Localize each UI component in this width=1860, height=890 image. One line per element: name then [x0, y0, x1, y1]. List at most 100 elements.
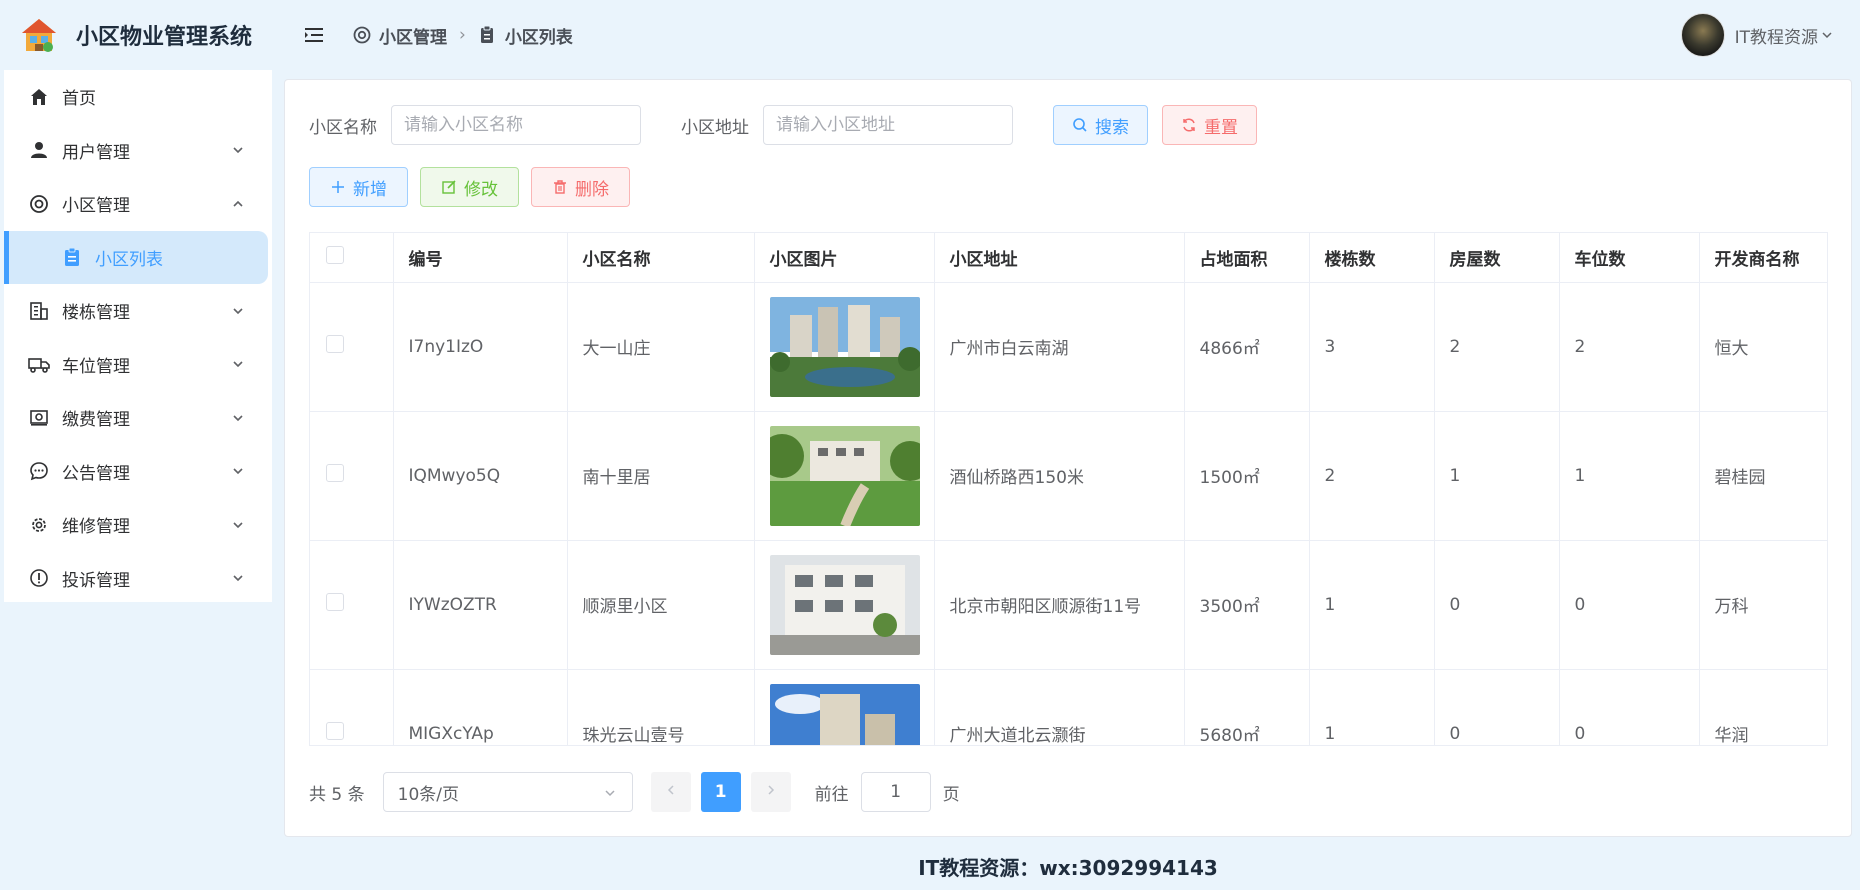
table-row[interactable]: MIGXcYAp 珠光云山壹号 广州大道北云灏街 5680㎡ 1 0 0 华润	[310, 669, 1827, 745]
sidebar-item-label: 小区管理	[62, 196, 130, 217]
page-suffix: 页	[942, 784, 960, 805]
community-table: 编号 小区名称 小区图片 小区地址 占地面积 楼栋数 房屋数 车位数 开发商名称…	[309, 232, 1828, 746]
cell-address: 北京市朝阳区顺源街11号	[934, 540, 1185, 670]
building-icon	[28, 300, 50, 322]
menu-collapse-icon[interactable]	[302, 23, 326, 47]
cell-developer: 万科	[1699, 540, 1827, 670]
app-title: 小区物业管理系统	[76, 25, 253, 50]
breadcrumb-item-community[interactable]: 小区管理	[352, 23, 447, 48]
table-row[interactable]: IYWzOZTR 顺源里小区 北京市朝阳区顺源街11号 3500㎡ 1 0 0 …	[310, 540, 1827, 670]
sidebar-item-label: 楼栋管理	[62, 303, 130, 324]
add-button-label: 新增	[353, 179, 387, 200]
search-form: 小区名称 小区地址 搜索 重置	[309, 105, 1257, 145]
gear-icon	[28, 514, 50, 536]
sidebar-item-home[interactable]: 首页	[4, 70, 272, 124]
community-image[interactable]	[769, 296, 920, 397]
cell-houses: 2	[1434, 282, 1560, 412]
edit-button[interactable]: 修改	[420, 167, 519, 207]
prev-page-button[interactable]	[650, 772, 691, 812]
page-size-value: 10条/页	[397, 784, 459, 805]
breadcrumb-label: 小区列表	[504, 27, 573, 48]
plus-icon	[330, 179, 346, 195]
column-header: 小区名称	[567, 233, 755, 283]
community-address-input[interactable]	[763, 105, 1013, 145]
add-button[interactable]: 新增	[309, 167, 408, 207]
sidebar-menu: 首页 用户管理 小区管理 小区列表 楼栋管理 车位管理 缴费管理 公告管理 维修…	[4, 70, 272, 602]
chevron-down-icon	[602, 785, 618, 801]
search-button-label: 搜索	[1095, 117, 1129, 138]
sidebar-item-building[interactable]: 楼栋管理	[4, 284, 272, 338]
cell-parking: 1	[1559, 411, 1700, 541]
page-number-button[interactable]: 1	[700, 772, 741, 812]
cell-name: 南十里居	[567, 411, 755, 541]
chevron-down-icon	[230, 517, 246, 533]
chevron-right-icon	[764, 782, 778, 802]
sidebar-item-repair[interactable]: 维修管理	[4, 498, 272, 552]
goto-label: 前往	[814, 784, 849, 805]
page-size-select[interactable]: 10条/页	[382, 772, 633, 812]
home-icon	[28, 86, 50, 108]
community-image[interactable]	[769, 683, 920, 745]
breadcrumb-item-list: 小区列表	[478, 23, 573, 48]
breadcrumb-separator-icon: ›	[459, 25, 466, 45]
cell-address: 酒仙桥路西150米	[934, 411, 1185, 541]
chevron-up-icon	[230, 196, 246, 212]
row-checkbox[interactable]	[326, 464, 344, 482]
reset-button-label: 重置	[1204, 117, 1238, 138]
cell-id: I7ny1IzO	[393, 282, 568, 412]
column-header: 开发商名称	[1699, 233, 1827, 283]
community-address-label: 小区地址	[681, 117, 749, 138]
community-image[interactable]	[769, 425, 920, 526]
column-header: 楼栋数	[1309, 233, 1435, 283]
cell-id: MIGXcYAp	[393, 669, 568, 745]
search-button[interactable]: 搜索	[1053, 105, 1148, 145]
edit-button-label: 修改	[464, 179, 498, 200]
main-panel: 小区名称 小区地址 搜索 重置 新增 修改 删除	[284, 79, 1852, 837]
row-checkbox[interactable]	[326, 722, 344, 740]
cell-houses: 0	[1434, 540, 1560, 670]
table-row[interactable]: I7ny1IzO 大一山庄 广州市白云南湖 4866㎡ 3 2 2 恒大	[310, 282, 1827, 412]
total-count: 共 5 条	[309, 784, 365, 805]
community-name-input[interactable]	[391, 105, 641, 145]
community-image[interactable]	[769, 554, 920, 655]
trash-icon	[552, 179, 568, 195]
column-header: 编号	[393, 233, 568, 283]
sidebar-item-community-list[interactable]: 小区列表	[4, 230, 268, 284]
sidebar-item-label: 首页	[62, 89, 96, 110]
cell-area: 4866㎡	[1184, 282, 1310, 412]
next-page-button[interactable]	[750, 772, 791, 812]
chevron-down-icon	[230, 410, 246, 426]
user-menu[interactable]: IT教程资源	[1680, 13, 1834, 57]
house-logo-icon	[20, 17, 58, 53]
cell-buildings: 1	[1309, 540, 1435, 670]
warning-icon	[28, 567, 50, 589]
sidebar-item-complaint[interactable]: 投诉管理	[4, 552, 272, 606]
cell-id: IQMwyo5Q	[393, 411, 568, 541]
column-header: 车位数	[1559, 233, 1700, 283]
reset-button[interactable]: 重置	[1162, 105, 1257, 145]
breadcrumb: 小区管理 › 小区列表	[352, 23, 573, 48]
delete-button[interactable]: 删除	[531, 167, 630, 207]
chevron-down-icon	[230, 570, 246, 586]
row-checkbox[interactable]	[326, 335, 344, 353]
cell-developer: 华润	[1699, 669, 1827, 745]
cell-developer: 碧桂园	[1699, 411, 1827, 541]
cell-houses: 0	[1434, 669, 1560, 745]
search-icon	[1072, 117, 1088, 133]
sidebar-item-community[interactable]: 小区管理	[4, 177, 272, 231]
goto-page-input[interactable]	[860, 772, 931, 812]
sidebar-item-users[interactable]: 用户管理	[4, 124, 272, 178]
column-header: 小区图片	[754, 233, 935, 283]
table-row[interactable]: IQMwyo5Q 南十里居 酒仙桥路西150米 1500㎡ 2 1 1 碧桂园	[310, 411, 1827, 541]
cell-id: IYWzOZTR	[393, 540, 568, 670]
sidebar-item-notice[interactable]: 公告管理	[4, 445, 272, 499]
cell-developer: 恒大	[1699, 282, 1827, 412]
breadcrumb-label: 小区管理	[379, 27, 447, 48]
cell-parking: 0	[1559, 540, 1700, 670]
row-checkbox[interactable]	[326, 593, 344, 611]
select-all-checkbox[interactable]	[326, 245, 344, 264]
chevron-down-icon	[230, 142, 246, 158]
sidebar-item-parking[interactable]: 车位管理	[4, 338, 272, 392]
chevron-down-icon	[1820, 28, 1834, 42]
sidebar-item-payment[interactable]: 缴费管理	[4, 391, 272, 445]
